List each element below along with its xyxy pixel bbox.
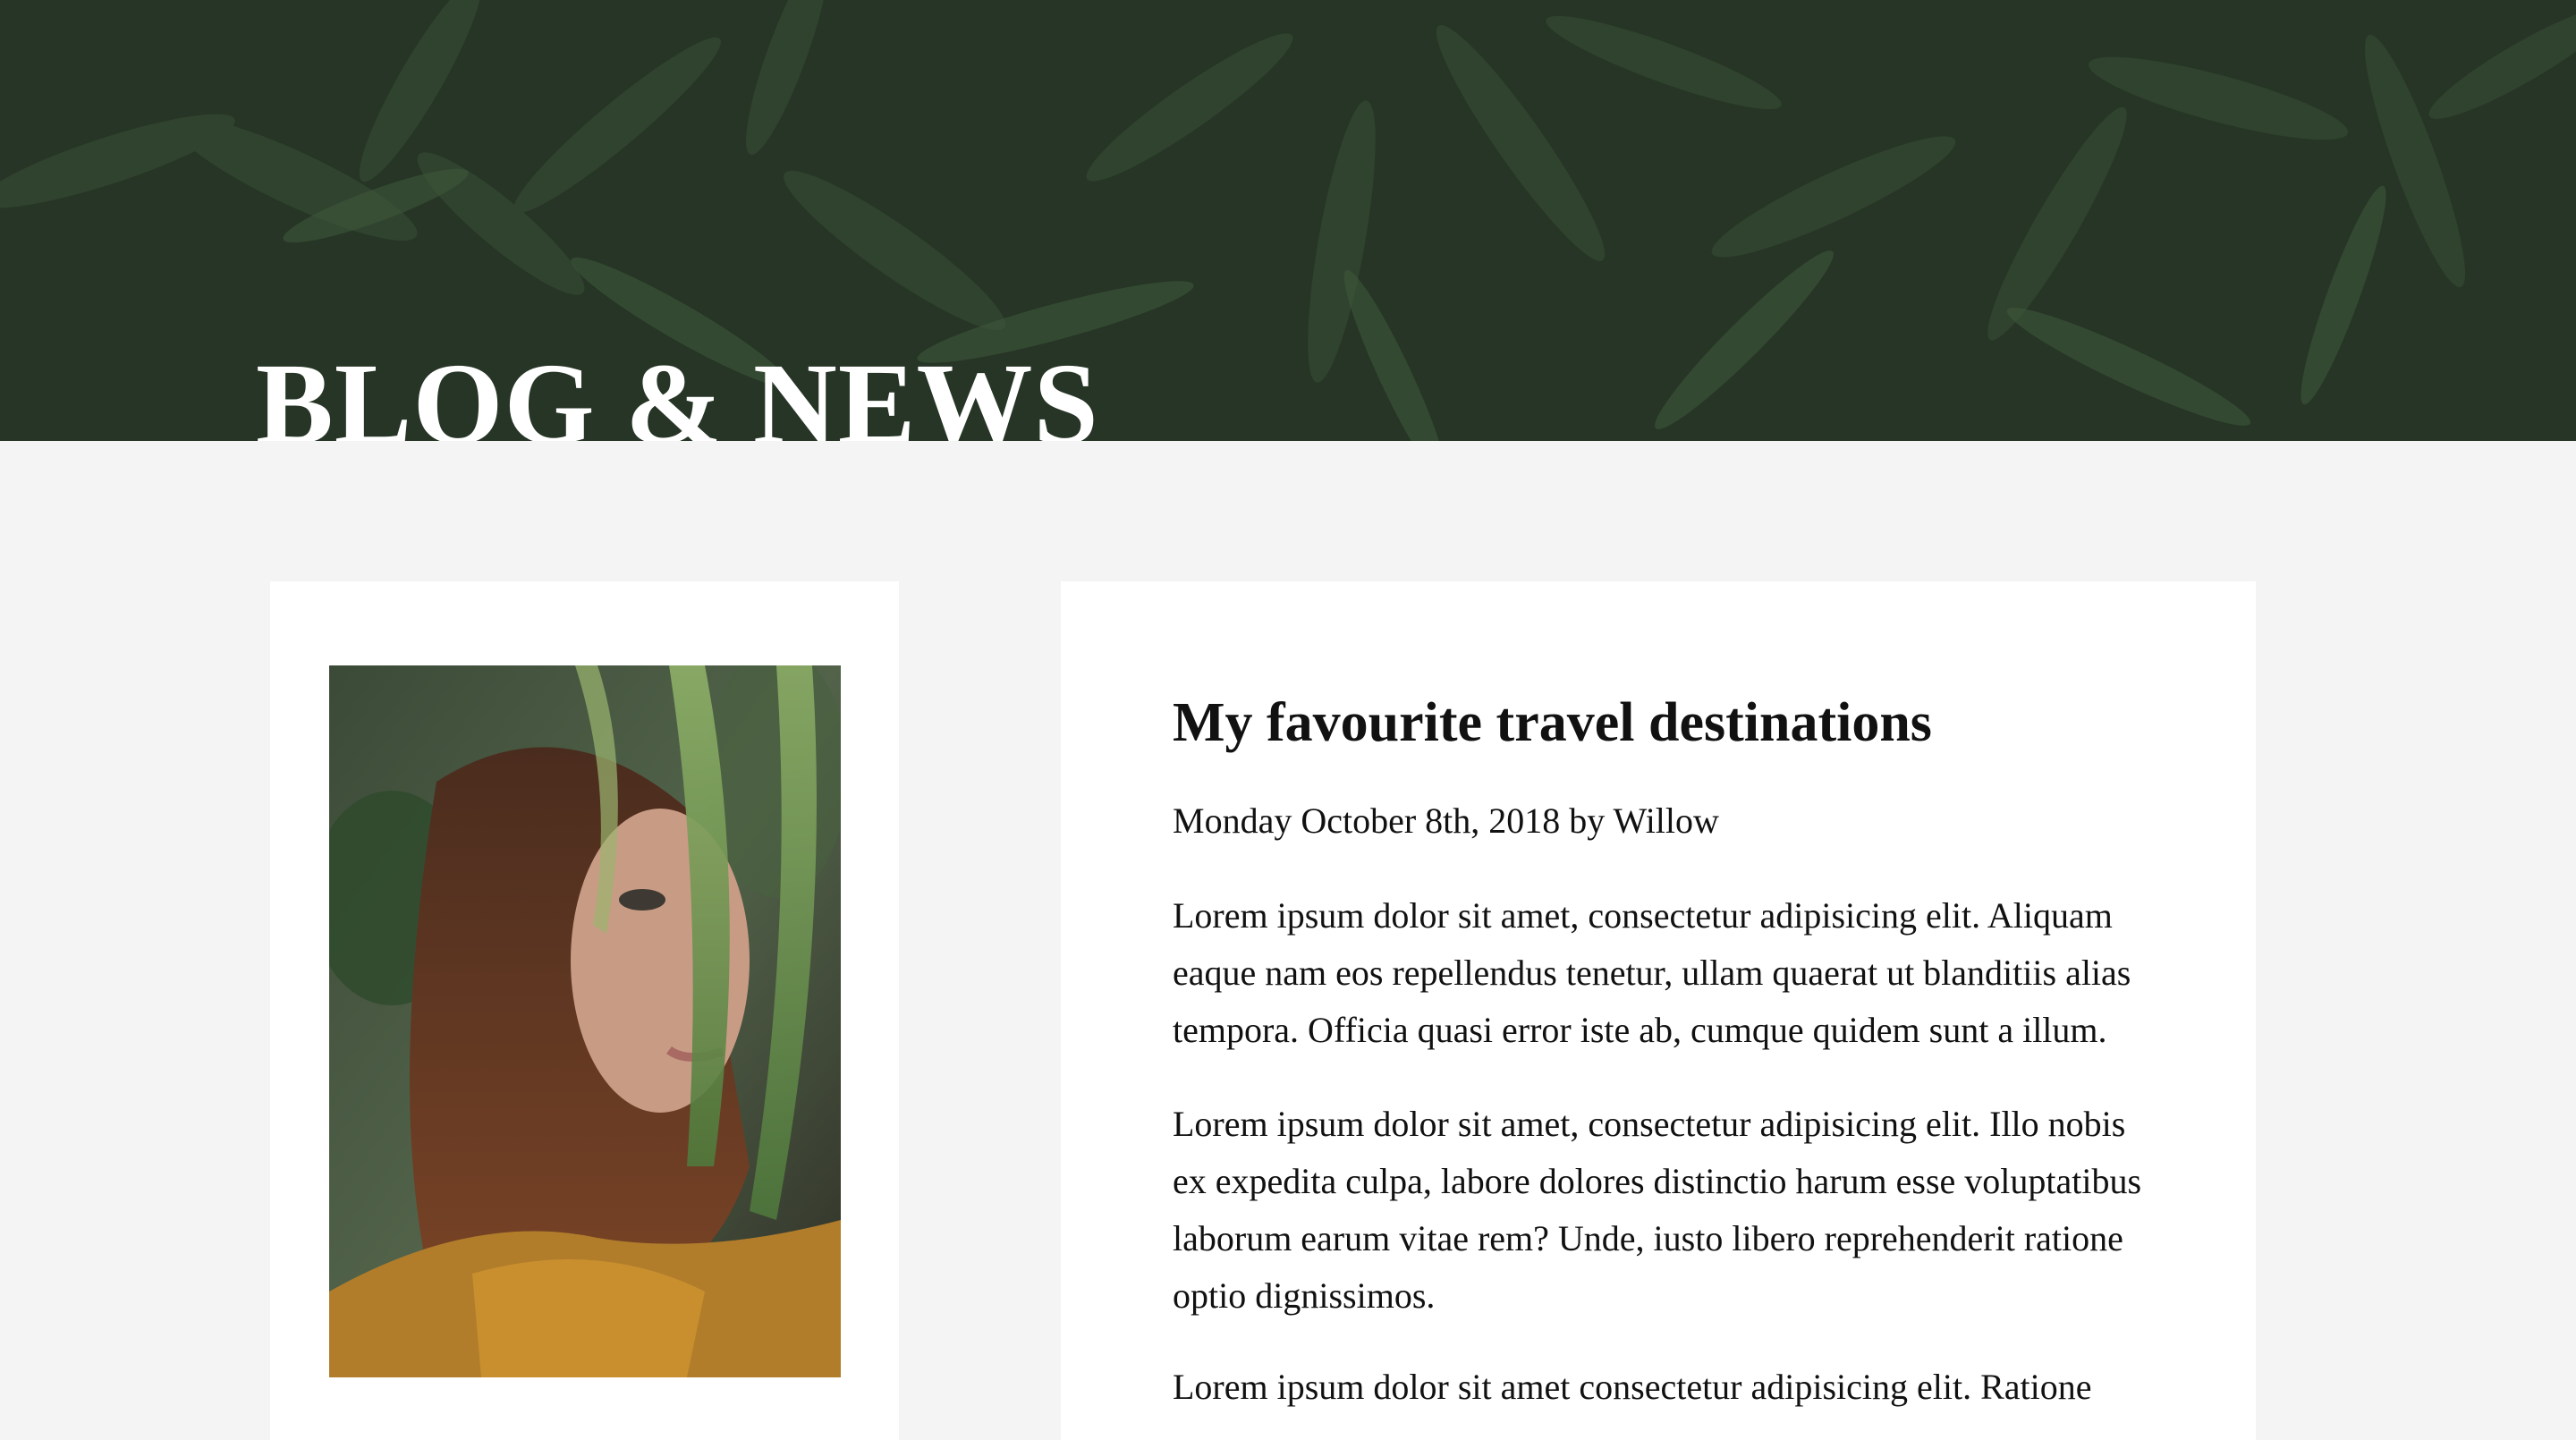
portrait-photo [329, 665, 841, 1377]
image-card [270, 581, 899, 1440]
post-paragraph: Lorem ipsum dolor sit amet, consectetur … [1173, 895, 2131, 1050]
post-paragraph: Lorem ipsum dolor sit amet consectetur a… [1173, 1367, 2092, 1407]
post-paragraph: Lorem ipsum dolor sit amet, consectetur … [1173, 1104, 2142, 1316]
post-title: My favourite travel destinations [1173, 692, 1932, 753]
post-image [329, 665, 841, 1377]
post-meta: Monday October 8th, 2018 by Willow [1173, 800, 1719, 841]
content-area: My favourite travel destinations Monday … [0, 441, 2576, 1440]
page-title: BLOG & NEWS [256, 340, 1099, 441]
blog-post-card: My favourite travel destinations Monday … [1061, 581, 2256, 1440]
hero-banner: BLOG & NEWS [0, 0, 2576, 441]
